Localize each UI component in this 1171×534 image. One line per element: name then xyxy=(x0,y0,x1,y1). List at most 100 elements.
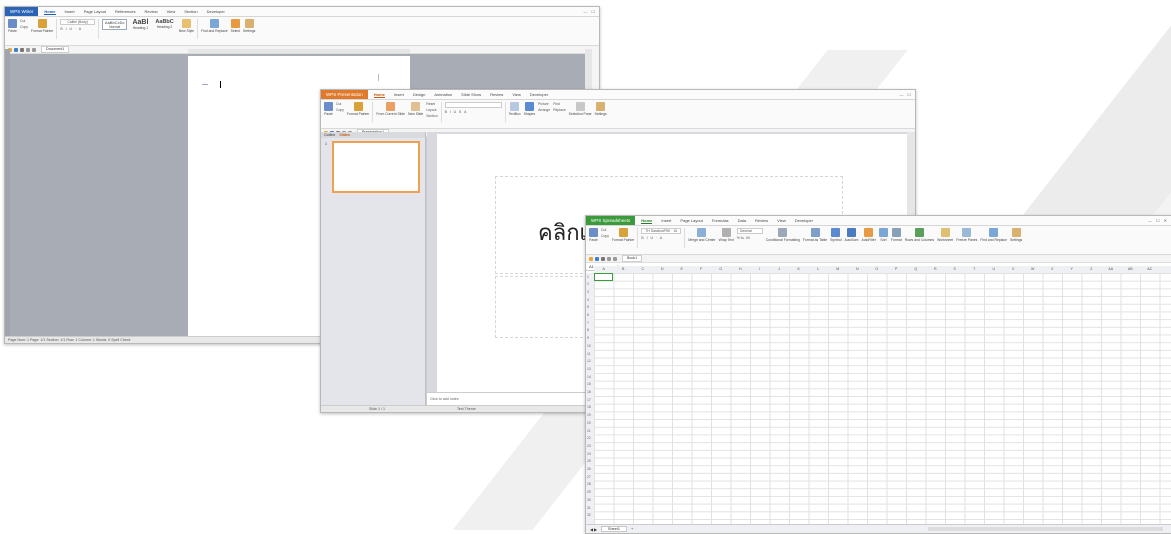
menu-developer[interactable]: Developer xyxy=(795,218,813,224)
format-painter-button[interactable]: Format Painter xyxy=(347,102,369,116)
column-header[interactable]: R xyxy=(926,267,946,271)
row-header[interactable]: 27 xyxy=(587,475,591,479)
section-button[interactable]: Section xyxy=(426,114,437,118)
merge-center-button[interactable]: Merge and Center xyxy=(688,228,716,242)
row-header[interactable]: 26 xyxy=(587,467,591,471)
minimize-icon[interactable]: — xyxy=(1148,218,1152,223)
menu-formulas[interactable]: Formulas xyxy=(712,218,729,224)
settings-button[interactable]: Settings xyxy=(1010,228,1022,242)
new-style-button[interactable]: New Style xyxy=(179,19,194,33)
maximize-icon[interactable]: ☐ xyxy=(907,92,911,97)
cells[interactable] xyxy=(594,273,1171,525)
column-header[interactable]: O xyxy=(867,267,887,271)
menu-review[interactable]: Review xyxy=(755,218,768,224)
column-header[interactable]: G xyxy=(711,267,731,271)
cut-button[interactable]: Cut xyxy=(601,228,609,232)
menu-developer[interactable]: Developer xyxy=(207,9,225,15)
minimize-icon[interactable]: — xyxy=(899,92,903,97)
selection-pane-button[interactable]: Selection Pane xyxy=(569,102,591,116)
column-header[interactable]: AB xyxy=(1121,267,1141,271)
find-replace-button[interactable]: Find and Replace xyxy=(980,228,1007,242)
menu-animation[interactable]: Animation xyxy=(434,92,452,98)
column-header[interactable]: AA xyxy=(1101,267,1121,271)
row-header[interactable]: 9 xyxy=(587,336,589,340)
row-header[interactable]: 11 xyxy=(587,352,591,356)
menu-insert[interactable]: Insert xyxy=(65,9,75,15)
tab-slides[interactable]: Slides xyxy=(339,132,350,138)
row-header[interactable]: 30 xyxy=(587,498,591,502)
format-painter-button[interactable]: Format Painter xyxy=(612,228,634,242)
symbol-button[interactable]: Symbol xyxy=(830,228,841,242)
worksheet-button[interactable]: Worksheet xyxy=(937,228,953,242)
row-header[interactable]: 15 xyxy=(587,382,591,386)
column-header[interactable]: V xyxy=(1004,267,1024,271)
spreadsheet-app-button[interactable]: WPS Spreadsheets xyxy=(586,216,636,225)
style-heading-2[interactable]: AaBbC Heading 2 xyxy=(153,19,175,29)
horizontal-scrollbar[interactable] xyxy=(928,527,1163,531)
row-header[interactable]: 3 xyxy=(587,290,589,294)
autofilter-button[interactable]: AutoFilter xyxy=(861,228,876,242)
find-replace-button[interactable]: Find and Replace xyxy=(201,19,228,33)
writer-app-button[interactable]: WPS Writer xyxy=(5,7,39,16)
column-header[interactable]: L xyxy=(809,267,829,271)
sort-button[interactable]: Sort xyxy=(878,228,888,242)
folder-icon[interactable] xyxy=(589,256,593,261)
textbox-button[interactable]: TextBox xyxy=(509,102,521,116)
menu-design[interactable]: Design xyxy=(413,92,425,98)
row-header[interactable]: 13 xyxy=(587,367,591,371)
row-header[interactable]: 28 xyxy=(587,482,591,486)
column-header[interactable]: S xyxy=(945,267,965,271)
row-header[interactable]: 23 xyxy=(587,444,591,448)
row-header[interactable]: 14 xyxy=(587,375,591,379)
row-header[interactable]: 25 xyxy=(587,459,591,463)
print-icon[interactable] xyxy=(601,256,605,261)
menu-references[interactable]: References xyxy=(115,9,135,15)
maximize-icon[interactable]: ☐ xyxy=(591,9,595,14)
spreadsheet-doc-tab[interactable]: Book1 xyxy=(622,255,643,262)
row-header[interactable]: 22 xyxy=(587,436,591,440)
row-header[interactable]: 19 xyxy=(587,413,591,417)
row-header[interactable]: 4 xyxy=(587,298,589,302)
arrange-button[interactable]: Arrange xyxy=(538,108,550,112)
column-header[interactable]: E xyxy=(672,267,692,271)
menu-view[interactable]: View xyxy=(167,9,176,15)
paste-button[interactable]: Paste xyxy=(8,19,17,33)
menu-page-layout[interactable]: Page Layout xyxy=(84,9,106,15)
row-header[interactable]: 32 xyxy=(587,513,591,517)
column-header[interactable]: D xyxy=(653,267,673,271)
copy-button[interactable]: Copy xyxy=(601,234,609,238)
row-header[interactable]: 31 xyxy=(587,506,591,510)
undo-icon[interactable] xyxy=(607,256,611,261)
row-header[interactable]: 21 xyxy=(587,429,591,433)
column-header[interactable]: T xyxy=(965,267,985,271)
copy-button[interactable]: Copy xyxy=(20,25,28,29)
minimize-icon[interactable]: — xyxy=(583,9,587,14)
new-slide-button[interactable]: New Slide xyxy=(408,102,423,116)
column-header[interactable]: F xyxy=(692,267,712,271)
style-heading-1[interactable]: AaBl Heading 1 xyxy=(130,19,150,30)
active-cell[interactable] xyxy=(594,273,613,281)
save-icon[interactable] xyxy=(14,47,18,52)
column-header[interactable]: AC xyxy=(1140,267,1160,271)
writer-doc-tab[interactable]: Document1 xyxy=(41,46,70,53)
shapes-button[interactable]: Shapes xyxy=(524,102,535,116)
font-select[interactable]: TH SarabunPSK · 16 xyxy=(641,228,682,234)
rows-columns-button[interactable]: Rows and Columns xyxy=(905,228,934,242)
picture-button[interactable]: Picture xyxy=(538,102,550,106)
cut-button[interactable]: Cut xyxy=(336,102,344,106)
sheet-tab[interactable]: Sheet1 xyxy=(600,526,627,532)
column-header[interactable]: W xyxy=(1023,267,1043,271)
column-header[interactable]: Y xyxy=(1062,267,1082,271)
menu-data[interactable]: Data xyxy=(738,218,746,224)
paste-button[interactable]: Paste xyxy=(589,228,598,242)
redo-icon[interactable] xyxy=(32,47,36,52)
format-as-table-button[interactable]: Format as Table xyxy=(803,228,827,242)
column-header[interactable]: I xyxy=(750,267,770,271)
row-header[interactable]: 20 xyxy=(587,421,591,425)
column-header[interactable]: H xyxy=(731,267,751,271)
find-button[interactable]: Find xyxy=(553,102,565,106)
column-header[interactable]: P xyxy=(887,267,907,271)
menu-review[interactable]: Review xyxy=(145,9,158,15)
autosum-button[interactable]: AutoSum xyxy=(844,228,858,242)
column-header[interactable]: Q xyxy=(906,267,926,271)
